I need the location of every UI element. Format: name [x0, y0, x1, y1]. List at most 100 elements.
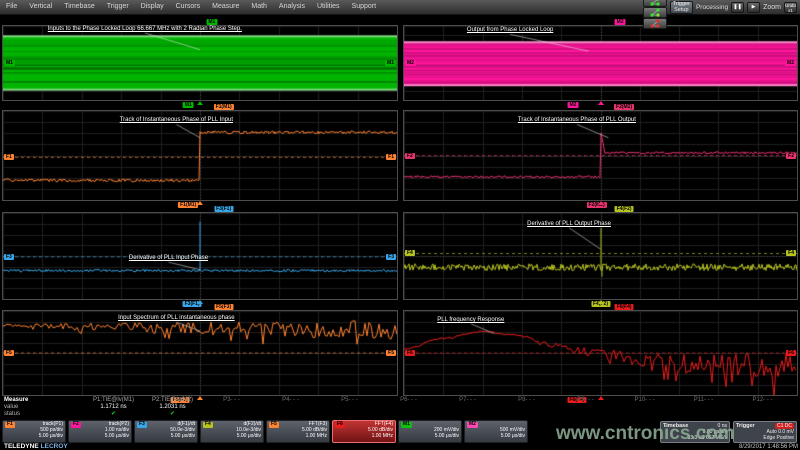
p5-tag-right[interactable]: F3: [386, 254, 396, 260]
measure-col-3[interactable]: P3- - -: [202, 397, 261, 404]
p1-tag-top[interactable]: M1: [206, 19, 217, 25]
measure-col-12[interactable]: P12- - -: [733, 397, 792, 404]
measure-col-6[interactable]: P6- - -: [379, 397, 438, 404]
p1-tag-bottom[interactable]: M1: [183, 102, 194, 108]
analysis-icon-4[interactable]: [643, 18, 667, 29]
p8-waveform-canvas[interactable]: [404, 311, 797, 395]
scope-panel-p4[interactable]: Track of Instantaneous Phase of PLL Outp…: [403, 110, 798, 201]
measure-col-4[interactable]: P4- - -: [261, 397, 320, 404]
trace-id-badge: F1: [5, 422, 15, 428]
p3-tag-left[interactable]: F1: [4, 154, 14, 160]
menu-trigger[interactable]: Trigger: [101, 0, 135, 14]
p8-tag-right[interactable]: F6: [786, 350, 796, 356]
trigger-setup-button[interactable]: Trigger Setup: [670, 1, 693, 14]
p1-tag-right[interactable]: M1: [385, 60, 396, 66]
p7-tag-left[interactable]: F5: [4, 350, 14, 356]
p2-waveform-canvas[interactable]: [404, 26, 797, 100]
p5-trigger-marker[interactable]: [197, 300, 203, 304]
menu-vertical[interactable]: Vertical: [23, 0, 58, 14]
watermark-text: www.cntronics.com: [556, 423, 735, 445]
menu-timebase[interactable]: Timebase: [58, 0, 100, 14]
scope-panel-p5[interactable]: Derivative of PLL Input PhaseF3(F1)F3(F1…: [2, 212, 398, 300]
zoom-label: Zoom: [763, 4, 781, 11]
status-label: status: [4, 411, 28, 418]
menu-analysis[interactable]: Analysis: [273, 0, 311, 14]
p1-tag-left[interactable]: M1: [4, 60, 15, 66]
scope-panel-p6[interactable]: Derivative of PLL Output PhaseF4(F2)F4(F…: [403, 212, 798, 300]
p7-waveform-canvas[interactable]: [3, 311, 397, 395]
menu-utilities[interactable]: Utilities: [311, 0, 346, 14]
p8-tag-left[interactable]: F6: [405, 350, 415, 356]
menu-measure[interactable]: Measure: [206, 0, 245, 14]
p3-tag-right[interactable]: F1: [386, 154, 396, 160]
p2-tag-left[interactable]: M2: [405, 60, 416, 66]
p6-tag-top[interactable]: F4(F2): [615, 206, 634, 212]
scope-panel-p1[interactable]: Inputs to the Phase Locked Loop 66.667 M…: [2, 25, 398, 101]
menu-support[interactable]: Support: [346, 0, 383, 14]
descriptor-F3[interactable]: F3d(F1)/dt50.0e-3/div5.00 μs/div: [134, 420, 198, 443]
analysis-icon-3[interactable]: [643, 7, 667, 18]
p2-tag-right[interactable]: M2: [785, 60, 796, 66]
p3-waveform-canvas[interactable]: [3, 111, 397, 200]
datetime-label: 8/29/2017 1:48:56 PM: [739, 444, 798, 450]
p3-tag-bottom[interactable]: F1(M1): [178, 202, 198, 208]
p4-tag-left[interactable]: F2: [405, 153, 415, 159]
p3-tag-top[interactable]: F1(M1): [214, 104, 234, 110]
measure-status: ✔: [84, 411, 143, 418]
p2-tag-bottom[interactable]: M2: [568, 102, 579, 108]
p6-tag-right[interactable]: F4: [786, 250, 796, 256]
measure-header: P12- - -: [733, 397, 792, 404]
descriptor-F1[interactable]: F1track(P1)500 ps/div5.00 μs/div: [2, 420, 66, 443]
scope-panel-p7[interactable]: Input Spectrum of PLL instantaneous phas…: [2, 310, 398, 396]
measure-col-11[interactable]: P11- - -: [674, 397, 733, 404]
p5-tag-top[interactable]: F3(F1): [214, 206, 233, 212]
menu-display[interactable]: Display: [135, 0, 170, 14]
p3-trigger-marker[interactable]: [197, 201, 203, 205]
p6-tag-left[interactable]: F4: [405, 250, 415, 256]
p5-tag-left[interactable]: F3: [4, 254, 14, 260]
trigger-title: Trigger: [736, 423, 755, 429]
p4-annotation: Track of Instantaneous Phase of PLL Outp…: [518, 117, 636, 123]
p8-tag-top[interactable]: F6(F4): [615, 304, 634, 310]
p2-tag-top[interactable]: M2: [615, 19, 626, 25]
trace-id-badge: F5: [269, 422, 279, 428]
scope-panel-p2[interactable]: Output from Phase Locked LoopM2M2M2M2: [403, 25, 798, 101]
p7-tag-right[interactable]: F5: [386, 350, 396, 356]
p7-tag-top[interactable]: F5(F3): [214, 304, 233, 310]
trigger-panel[interactable]: Trigger C1 DC Auto 0.0 mV Edge Positive: [733, 421, 797, 443]
descriptor-F4[interactable]: F4d(F2)/dt10.0e-3/div5.00 μs/div: [200, 420, 264, 443]
play-button[interactable]: ▶: [747, 2, 760, 13]
menu-cursors[interactable]: Cursors: [170, 0, 207, 14]
menu-bar: FileVerticalTimebaseTriggerDisplayCursor…: [0, 0, 800, 15]
measure-col-8[interactable]: P8- - -: [497, 397, 556, 404]
p1-trigger-marker[interactable]: [197, 101, 203, 105]
descriptor-M1[interactable]: M1200 mV/div5.00 μs/div: [398, 420, 462, 443]
descriptor-F5[interactable]: F5FFT(F3)5.00 dB/div1.00 MHz: [266, 420, 330, 443]
p4-tag-top[interactable]: F2(M2): [614, 104, 634, 110]
p2-trigger-marker[interactable]: [598, 101, 604, 105]
descriptor-F6[interactable]: F6FFT(F4)5.00 dB/div1.00 MHz: [332, 420, 396, 443]
analysis-icon-2[interactable]: [643, 0, 667, 7]
measure-col-10[interactable]: P10- - -: [615, 397, 674, 404]
pause-button[interactable]: ❚❚: [731, 2, 744, 13]
p1-waveform-canvas[interactable]: [3, 26, 397, 100]
measure-col-7[interactable]: P7- - -: [438, 397, 497, 404]
menu-math[interactable]: Math: [245, 0, 273, 14]
descriptor-M2[interactable]: M2500 mV/div5.00 μs/div: [464, 420, 528, 443]
measure-col-2[interactable]: P2:TIE@lv(M2)1.2031 ns✔: [143, 397, 202, 418]
descriptor-F2[interactable]: F2track(P2)1.00 ns/div5.00 μs/div: [68, 420, 132, 443]
measure-col-1[interactable]: P1:TIE@lv(M1)1.1712 ns✔: [84, 397, 143, 418]
undo-zoom-button[interactable]: Undo x1: [784, 2, 797, 13]
measure-col-9[interactable]: P9- - -: [556, 397, 615, 404]
scope-panel-p8[interactable]: PLL frequency ResponseF6(F4)F6(F4)F6F6: [403, 310, 798, 396]
p4-trigger-marker[interactable]: [598, 201, 604, 205]
p6-trigger-marker[interactable]: [598, 300, 604, 304]
measure-header: P10- - -: [615, 397, 674, 404]
scope-panel-p3[interactable]: Track of Instantaneous Phase of PLL Inpu…: [2, 110, 398, 201]
p4-tag-right[interactable]: F2: [786, 153, 796, 159]
horizontal-scale: 5.00 μs/div: [137, 434, 195, 440]
measure-col-5[interactable]: P5- - -: [320, 397, 379, 404]
p4-waveform-canvas[interactable]: [404, 111, 797, 200]
menu-file[interactable]: File: [0, 0, 23, 14]
horizontal-scale: 5.00 μs/div: [467, 434, 525, 440]
